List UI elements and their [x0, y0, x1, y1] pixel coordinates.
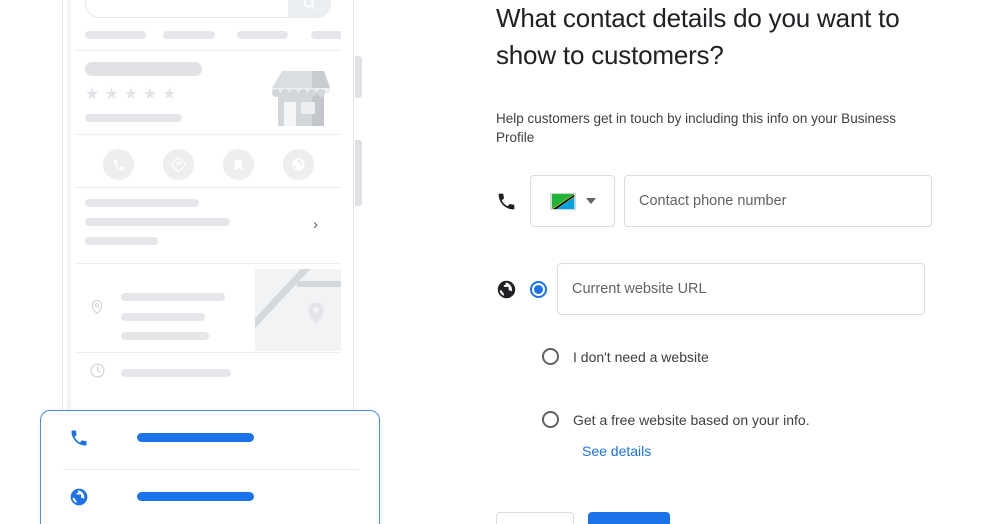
skeleton-phone-value — [137, 433, 254, 442]
website-input-placeholder: Current website URL — [572, 281, 707, 297]
skeleton-line — [121, 293, 225, 301]
globe-icon — [69, 487, 89, 512]
preview-divider — [75, 263, 341, 264]
globe-icon — [496, 279, 530, 300]
skeleton-business-name — [85, 62, 202, 76]
preview-chip-row — [85, 31, 341, 41]
phone-screen: Google ★ ★ ★ ★ — [75, 0, 341, 444]
skeleton-business-category — [85, 114, 182, 122]
rating-stars: ★ ★ ★ ★ ★ — [85, 87, 177, 103]
preview-divider — [75, 50, 341, 51]
skeleton-line — [85, 237, 158, 245]
star-icon: ★ — [104, 86, 119, 103]
chevron-down-icon — [585, 198, 596, 204]
phone-number-input[interactable]: Contact phone number — [624, 175, 932, 227]
phone-input-placeholder: Contact phone number — [639, 193, 787, 209]
map-road — [297, 281, 341, 287]
contact-details-callout — [40, 410, 380, 524]
callout-website-row — [41, 470, 379, 524]
option-label: Get a free website based on your info. — [573, 411, 810, 428]
see-details-link[interactable]: See details — [582, 443, 651, 459]
website-field-row: Current website URL — [496, 263, 925, 315]
skeleton-line — [121, 332, 209, 340]
next-button[interactable] — [588, 512, 670, 524]
option-no-website[interactable]: I don't need a website — [542, 348, 709, 365]
skeleton-website-value — [137, 492, 254, 501]
website-url-input[interactable]: Current website URL — [557, 263, 925, 315]
map-pin-icon — [303, 297, 329, 324]
skeleton-chip — [237, 31, 288, 39]
skeleton-chip — [85, 31, 146, 39]
preview-search-bar — [85, 0, 331, 18]
map-thumbnail — [255, 269, 341, 351]
preview-divider — [75, 187, 341, 188]
star-icon: ★ — [162, 86, 177, 103]
skeleton-line — [121, 369, 231, 377]
skeleton-chip — [311, 31, 341, 39]
star-icon: ★ — [143, 86, 158, 103]
phone-power-button — [355, 140, 362, 206]
preview-hours-row — [75, 357, 341, 387]
tanzania-flag — [549, 192, 576, 210]
phone-volume-button — [355, 56, 362, 98]
preview-address-block — [75, 269, 341, 351]
clock-icon — [89, 362, 106, 384]
callout-phone-row — [41, 411, 379, 469]
skeleton-line — [85, 218, 230, 226]
contact-details-form: What contact details do you want to show… — [496, 0, 992, 524]
phone-field-row: Contact phone number — [496, 175, 932, 227]
star-icon: ★ — [123, 86, 139, 103]
radio-current-website[interactable] — [530, 280, 547, 298]
preview-divider — [75, 134, 341, 135]
phone-icon — [496, 191, 530, 212]
chevron-right-icon: › — [313, 216, 318, 233]
skeleton-chip — [163, 31, 215, 39]
storefront-icon — [268, 66, 335, 126]
phone-left-edge — [67, 0, 71, 444]
preview-divider — [75, 352, 341, 353]
preview-action-row — [75, 142, 341, 187]
country-code-select[interactable] — [530, 175, 615, 227]
option-free-website[interactable]: Get a free website based on your info. — [542, 411, 810, 428]
website-globe-icon — [283, 149, 314, 180]
search-icon — [288, 0, 330, 17]
bookmark-icon — [223, 149, 254, 180]
skeleton-line — [85, 199, 199, 207]
phone-preview-pane: Google ★ ★ ★ ★ — [0, 0, 470, 524]
form-button-row — [496, 512, 670, 524]
option-label: I don't need a website — [573, 348, 709, 365]
call-icon — [103, 149, 134, 180]
back-button[interactable] — [496, 512, 574, 524]
radio-no-website[interactable] — [542, 348, 559, 365]
location-pin-icon — [89, 297, 105, 322]
page-subtitle: Help customers get in touch by including… — [496, 111, 896, 145]
star-icon: ★ — [85, 86, 100, 103]
radio-free-website[interactable] — [542, 411, 559, 428]
phone-icon — [69, 428, 89, 453]
onboarding-contact-details-page: Google ★ ★ ★ ★ — [0, 0, 992, 524]
page-title: What contact details do you want to show… — [496, 3, 900, 70]
skeleton-line — [121, 313, 205, 321]
directions-icon — [163, 149, 194, 180]
